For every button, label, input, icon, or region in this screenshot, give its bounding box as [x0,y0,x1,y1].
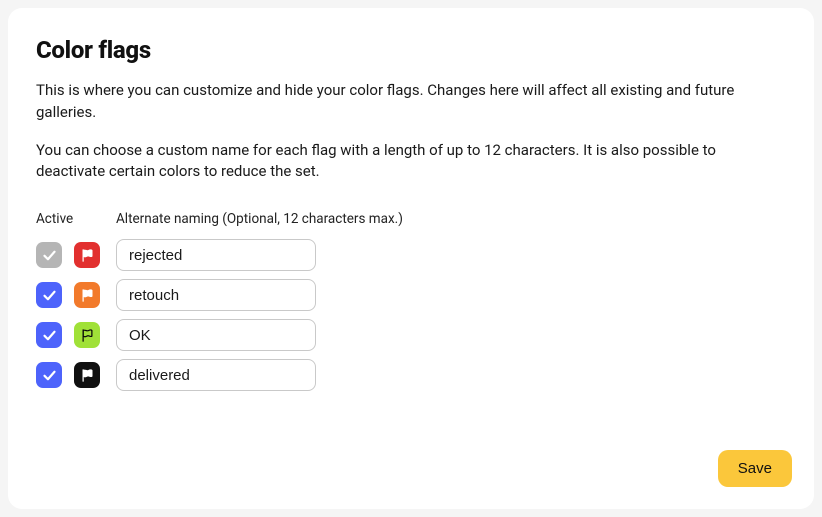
flag-name-input-red[interactable] [116,239,316,271]
flag-name-input-black[interactable] [116,359,316,391]
flag-rows [36,239,786,391]
flag-name-input-green[interactable] [116,319,316,351]
flag-icon-green [74,322,100,348]
description-2: You can choose a custom name for each fl… [36,140,776,184]
flag-icon-black [74,362,100,388]
flag-name-input-orange[interactable] [116,279,316,311]
flag-row [36,319,786,351]
color-flags-card: Color flags This is where you can custom… [8,8,814,509]
flag-icon-orange [74,282,100,308]
active-checkbox-green[interactable] [36,322,62,348]
flag-row [36,359,786,391]
table-headers: Active Alternate naming (Optional, 12 ch… [36,211,786,227]
flag-icon-red [74,242,100,268]
flag-row [36,279,786,311]
active-checkbox-orange[interactable] [36,282,62,308]
footer: Save [718,450,792,487]
active-checkbox-red[interactable] [36,242,62,268]
description-1: This is where you can customize and hide… [36,80,776,124]
active-checkbox-black[interactable] [36,362,62,388]
flag-row [36,239,786,271]
page-title: Color flags [36,36,786,64]
header-alternate: Alternate naming (Optional, 12 character… [116,211,786,227]
header-active: Active [36,211,116,227]
save-button[interactable]: Save [718,450,792,487]
